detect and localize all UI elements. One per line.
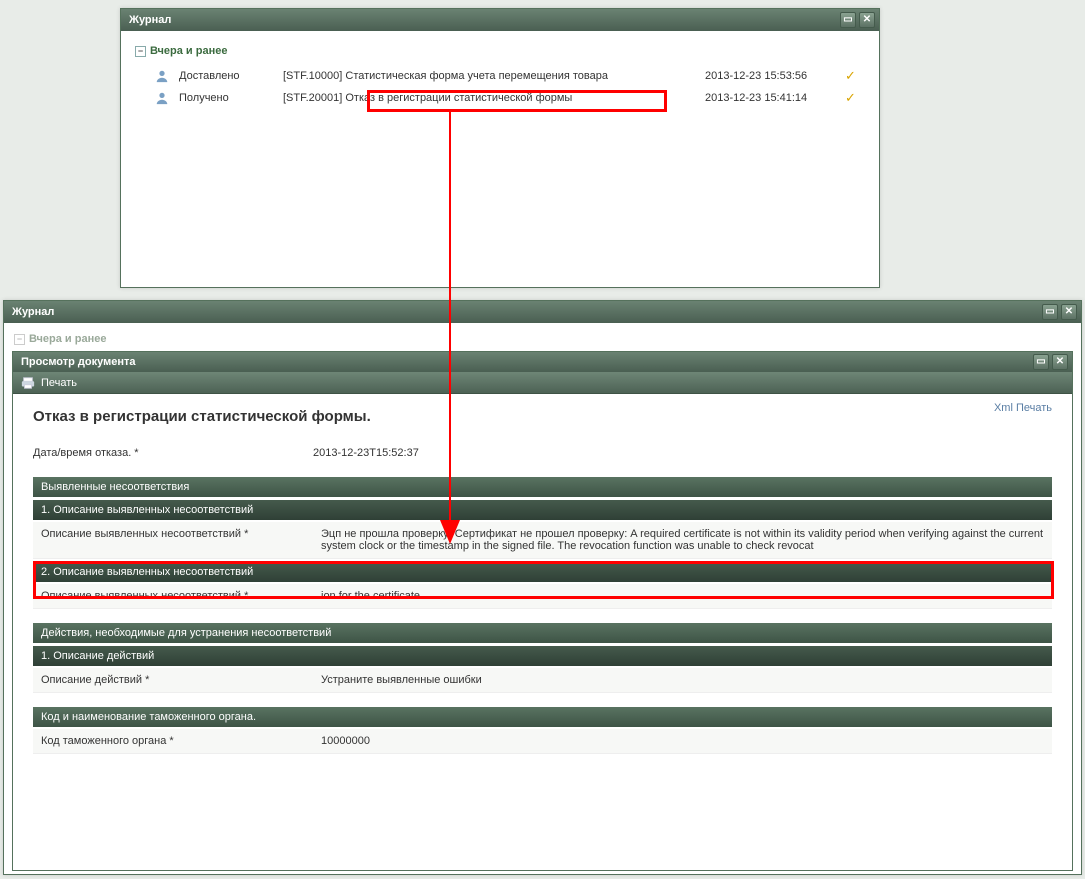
action-row: Описание действий * Устраните выявленные… [33, 668, 1052, 693]
discrepancy-row: Описание выявленных несоответствий * Эцп… [33, 522, 1052, 559]
window-header[interactable]: Журнал ▭ ✕ [4, 301, 1081, 323]
tree-group[interactable]: − Вчера и ранее [133, 41, 867, 65]
check-icon: ✓ [845, 68, 861, 84]
subsection-header: 1. Описание выявленных несоответствий [33, 500, 1052, 520]
status-text: Получено [179, 92, 259, 104]
journal-window-bottom: Журнал ▭ ✕ − Вчера и ранее Просмотр доку… [3, 300, 1082, 875]
window-title: Просмотр документа [21, 356, 1030, 368]
customs-row: Код таможенного органа * 10000000 [33, 729, 1052, 754]
toolbar: Печать [13, 372, 1072, 394]
tree-group-label: Вчера и ранее [29, 333, 106, 345]
timestamp: 2013-12-23 15:41:14 [705, 92, 835, 104]
window-body: − Вчера и ранее Доставлено [STF.10000] С… [121, 31, 879, 287]
log-row[interactable]: Получено [STF.20001] Отказ в регистрации… [133, 87, 867, 109]
tree-group-disabled: − Вчера и ранее [12, 331, 1073, 351]
discrepancy-row: Описание выявленных несоответствий * ion… [33, 584, 1052, 609]
window-header[interactable]: Журнал ▭ ✕ [121, 9, 879, 31]
field-label: Описание выявленных несоответствий * [41, 528, 321, 552]
window-title: Журнал [12, 306, 1039, 318]
window-title: Журнал [129, 14, 837, 26]
close-icon[interactable]: ✕ [1061, 304, 1077, 320]
toolbar-print-label[interactable]: Печать [41, 377, 77, 389]
close-icon[interactable]: ✕ [1052, 354, 1068, 370]
datetime-label: Дата/время отказа. * [33, 447, 313, 459]
field-value: 10000000 [321, 735, 1044, 747]
minimize-icon[interactable]: ▭ [1042, 304, 1058, 320]
field-value: Устраните выявленные ошибки [321, 674, 1044, 686]
tree-group-label: Вчера и ранее [150, 45, 227, 57]
timestamp: 2013-12-23 15:53:56 [705, 70, 835, 82]
minimize-icon[interactable]: ▭ [840, 12, 856, 28]
check-icon: ✓ [845, 90, 861, 106]
document-title: Отказ в регистрации статистической формы… [33, 408, 1052, 425]
subsection-header: 2. Описание выявленных несоответствий [33, 562, 1052, 582]
xml-print-link[interactable]: Xml Печать [994, 402, 1052, 414]
field-value: ion for the certificate. [321, 590, 1044, 602]
subject-text: [STF.20001] Отказ в регистрации статисти… [269, 92, 695, 104]
journal-window-top: Журнал ▭ ✕ − Вчера и ранее Доставлено [S… [120, 8, 880, 288]
field-value: Эцп не прошла проверку: Сертификат не пр… [321, 528, 1044, 552]
section-header-customs: Код и наименование таможенного органа. [33, 707, 1052, 727]
subject-text: [STF.10000] Статистическая форма учета п… [269, 70, 695, 82]
subsection-header: 1. Описание действий [33, 646, 1052, 666]
section-header-discrepancies: Выявленные несоответствия [33, 477, 1052, 497]
printer-icon[interactable] [21, 376, 35, 390]
document-viewer-window: Просмотр документа ▭ ✕ Печать Xml Печать… [12, 351, 1073, 871]
window-body: − Вчера и ранее Просмотр документа ▭ ✕ П… [4, 323, 1081, 874]
section-header-actions: Действия, необходимые для устранения нес… [33, 623, 1052, 643]
datetime-row: Дата/время отказа. * 2013-12-23T15:52:37 [33, 443, 1052, 463]
status-text: Доставлено [179, 70, 259, 82]
field-label: Описание выявленных несоответствий * [41, 590, 321, 602]
document-content: Xml Печать Отказ в регистрации статистич… [13, 394, 1072, 870]
user-icon [155, 91, 169, 105]
datetime-value: 2013-12-23T15:52:37 [313, 447, 1052, 459]
close-icon[interactable]: ✕ [859, 12, 875, 28]
field-label: Описание действий * [41, 674, 321, 686]
tree-toggle-icon[interactable]: − [135, 46, 146, 57]
window-header[interactable]: Просмотр документа ▭ ✕ [13, 352, 1072, 372]
field-label: Код таможенного органа * [41, 735, 321, 747]
user-icon [155, 69, 169, 83]
tree-toggle-icon: − [14, 334, 25, 345]
log-row[interactable]: Доставлено [STF.10000] Статистическая фо… [133, 65, 867, 87]
minimize-icon[interactable]: ▭ [1033, 354, 1049, 370]
